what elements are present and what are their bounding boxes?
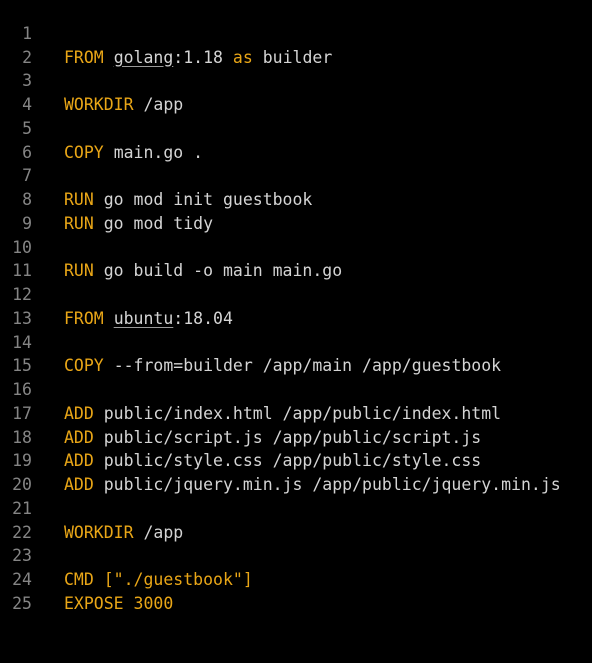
code-line[interactable]: 8 RUN go mod tidy <box>0 164 592 233</box>
code-line[interactable]: 9 <box>0 188 592 233</box>
code-line[interactable]: 18 ADD public/style.css /app/public/styl… <box>0 402 592 471</box>
code-line[interactable]: 10 RUN go build -o main main.go <box>0 212 592 281</box>
code-line[interactable]: 19 ADD public/jquery.min.js /app/public/… <box>0 426 592 494</box>
code-line[interactable]: 5 COPY main.go . <box>0 93 592 162</box>
code-line[interactable]: 12 FROM ubuntu:18.04 <box>0 259 592 328</box>
code-editor[interactable]: 1 FROM golang:1.18 as builder 2 3 WORKDI… <box>0 0 592 620</box>
code-line[interactable]: 20 <box>0 449 592 494</box>
code-line[interactable]: 25 <box>0 568 592 613</box>
code-line[interactable]: 6 <box>0 117 592 162</box>
code-line[interactable]: 11 <box>0 236 592 280</box>
code-line[interactable]: 7 RUN go mod init guestbook <box>0 141 592 209</box>
code-line[interactable]: 23 CMD ["./guestbook"] <box>0 521 592 589</box>
code-line[interactable]: 21 WORKDIR /app <box>0 473 592 542</box>
code-line[interactable]: 3 WORKDIR /app <box>0 46 592 114</box>
dockerfile-keyword: EXPOSE <box>64 593 124 613</box>
code-line[interactable]: 16 ADD public/index.html /app/public/ind… <box>0 354 592 423</box>
code-line[interactable]: 14 COPY --from=builder /app/main /app/gu… <box>0 307 592 376</box>
exposed-port: 3000 <box>133 593 174 613</box>
code-line[interactable]: 1 FROM golang:1.18 as builder <box>0 0 592 67</box>
code-line[interactable]: 2 <box>0 22 592 67</box>
code-line[interactable]: 4 <box>0 69 592 114</box>
line-number: 25 <box>12 593 32 613</box>
code-line[interactable]: 24 EXPOSE 3000 <box>0 544 592 613</box>
code-line[interactable]: 13 <box>0 283 592 328</box>
line-content[interactable]: EXPOSE 3000 <box>64 592 173 616</box>
code-line[interactable]: 17 ADD public/script.js /app/public/scri… <box>0 378 592 447</box>
code-line[interactable]: 15 <box>0 331 592 375</box>
code-line[interactable]: 22 <box>0 497 592 542</box>
